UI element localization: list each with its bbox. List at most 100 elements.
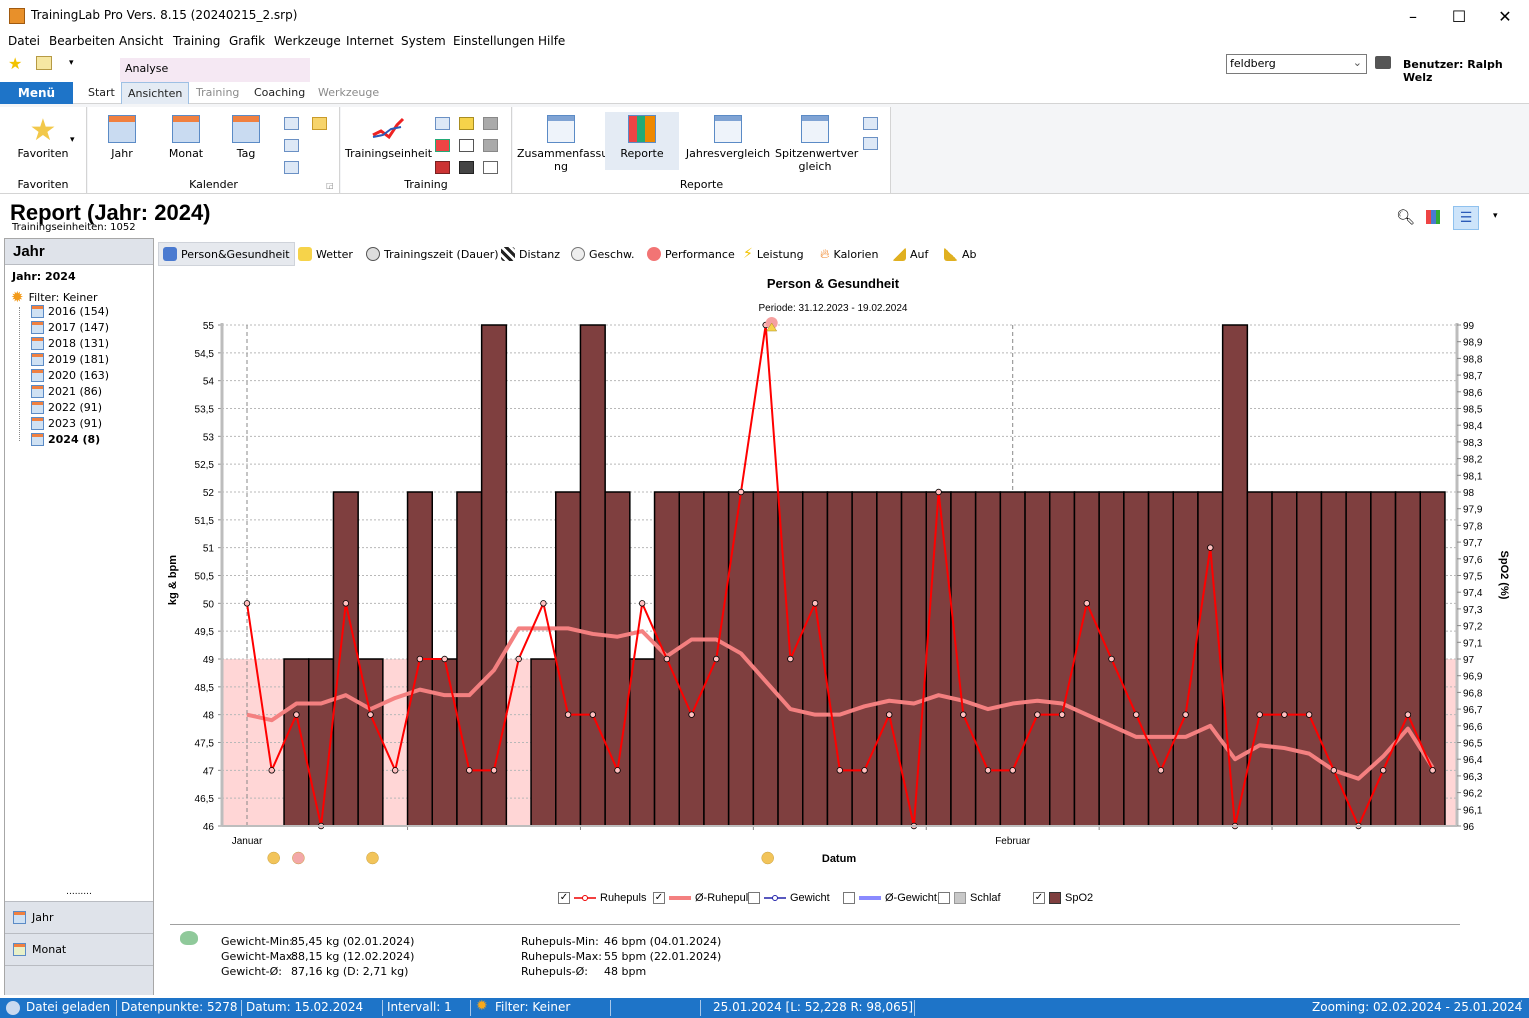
ruhepuls-point[interactable] [564, 711, 572, 718]
ruhepuls-point[interactable] [466, 767, 473, 774]
ruhepuls-point[interactable] [811, 600, 819, 607]
spo2-bar[interactable] [826, 491, 853, 827]
ruhepuls-point[interactable] [1281, 711, 1288, 718]
spo2-bar[interactable] [925, 491, 952, 827]
health-chart[interactable]: Person & Gesundheit Periode: 31.12.2023 … [156, 270, 1526, 890]
tab-coaching[interactable]: Coaching [248, 82, 311, 104]
watch-icon[interactable] [459, 161, 474, 174]
legend-ruhepuls[interactable]: ✓ Ruhepuls [558, 892, 646, 904]
ruhepuls-point[interactable] [367, 711, 374, 718]
spo2-bar[interactable] [283, 658, 310, 827]
print-calendar-icon[interactable] [284, 139, 299, 152]
zusammenfassung-button[interactable]: Zusammenfassu ng [517, 115, 608, 173]
menu-ansicht[interactable]: Ansicht [119, 34, 163, 48]
menu-system[interactable]: System [401, 34, 446, 48]
ruhepuls-point[interactable] [836, 767, 843, 774]
tab-leistung[interactable]: ⚡ Leistung [739, 242, 808, 266]
spo2-bar[interactable] [752, 491, 779, 827]
spitzenwertvergleich-button[interactable]: Spitzenwertver gleich [775, 115, 858, 173]
camera-icon[interactable] [483, 117, 498, 130]
tree-year-2017[interactable]: 2017 (147) [31, 321, 109, 334]
spo2-bar[interactable] [1024, 491, 1051, 827]
minimize-button[interactable]: – [1390, 0, 1436, 32]
bar-chart-icon[interactable] [435, 139, 450, 152]
ruhepuls-point[interactable] [1305, 711, 1313, 718]
spo2-bar[interactable] [480, 324, 508, 827]
resize-grip-icon[interactable]: ⋰ [1514, 1000, 1523, 1010]
tree-year-2016[interactable]: 2016 (154) [31, 305, 109, 318]
tab-training[interactable]: Training [190, 82, 245, 104]
menu-button[interactable]: Menü [0, 82, 73, 104]
tree-year-2024[interactable]: 2024 (8) [31, 433, 100, 446]
tree-year-2018[interactable]: 2018 (131) [31, 337, 109, 350]
legend-checkbox[interactable]: ✓ [1033, 892, 1045, 904]
spo2-bar[interactable] [530, 658, 557, 827]
tree-year-2022[interactable]: 2022 (91) [31, 401, 102, 414]
spo2-bar[interactable] [851, 491, 878, 827]
tree-year-2020[interactable]: 2020 (163) [31, 369, 109, 382]
spo2-bar[interactable] [1296, 491, 1323, 827]
ruhepuls-point[interactable] [935, 488, 942, 496]
spo2-bar[interactable] [431, 658, 458, 827]
menu-werkzeuge[interactable]: Werkzeuge [274, 34, 341, 48]
spo2-bar[interactable] [1246, 491, 1273, 827]
nav-jahr-button[interactable]: Jahr [5, 901, 153, 933]
jahresvergleich-button[interactable]: Jahresvergleich [685, 115, 771, 160]
list-view-icon[interactable] [284, 117, 299, 130]
tab-start[interactable]: Start [82, 82, 121, 104]
ruhepuls-point[interactable] [1256, 711, 1263, 718]
table-icon[interactable] [863, 117, 878, 130]
tab-werkzeuge[interactable]: Werkzeuge [312, 82, 385, 104]
tab-wetter[interactable]: Wetter [294, 242, 357, 266]
spo2-bar[interactable] [1073, 491, 1100, 827]
tab-auf[interactable]: Auf [888, 242, 932, 266]
ruhepuls-point[interactable] [984, 767, 992, 774]
legend-avg-ruhepuls[interactable]: ✓ Ø-Ruhepuls [653, 892, 754, 904]
legend-schlaf[interactable]: Schlaf [938, 892, 1001, 904]
lap-icon[interactable] [435, 117, 450, 130]
altitude-icon[interactable] [435, 161, 450, 174]
ruhepuls-point[interactable] [688, 711, 695, 718]
spo2-bar[interactable] [999, 491, 1026, 827]
ruhepuls-point[interactable] [639, 600, 646, 607]
ruhepuls-point[interactable] [1157, 767, 1165, 774]
ruhepuls-point[interactable] [1182, 711, 1189, 718]
ruhepuls-point[interactable] [1379, 767, 1387, 774]
ruhepuls-point[interactable] [713, 655, 720, 663]
search-document-icon[interactable] [36, 56, 52, 70]
spo2-bar[interactable] [1197, 491, 1224, 827]
spo2-bar[interactable] [555, 491, 582, 827]
spo2-bar[interactable] [876, 491, 903, 827]
tab-performance[interactable]: Performance [643, 242, 739, 266]
ruhepuls-point[interactable] [1404, 711, 1412, 718]
tab-trainingszeit[interactable]: Trainingszeit (Dauer) [362, 242, 503, 266]
menu-bearbeiten[interactable]: Bearbeiten [49, 34, 115, 48]
tree-year-2023[interactable]: 2023 (91) [31, 417, 102, 430]
tab-geschw[interactable]: Geschw. [567, 242, 639, 266]
tab-ab[interactable]: Ab [940, 242, 981, 266]
chart-type-icon[interactable] [1426, 210, 1440, 224]
ruhepuls-point[interactable] [886, 711, 893, 718]
ruhepuls-point[interactable] [1429, 767, 1436, 774]
ruhepuls-point[interactable] [515, 655, 522, 663]
jahr-button[interactable]: Jahr [102, 115, 142, 160]
tab-kalorien[interactable]: 🔥︎ Kalorien [816, 242, 882, 266]
ruhepuls-point[interactable] [293, 711, 300, 718]
qat-dropdown-icon[interactable]: ▾ [69, 58, 74, 68]
legend-gewicht[interactable]: Gewicht [748, 892, 830, 904]
legend-checkbox[interactable] [843, 892, 855, 904]
ruhepuls-point[interactable] [589, 711, 596, 718]
ruhepuls-point[interactable] [1034, 711, 1041, 718]
ruhepuls-point[interactable] [1133, 711, 1140, 718]
ruhepuls-point[interactable] [416, 655, 424, 663]
cyclist-icon[interactable] [459, 139, 474, 152]
report-dropdown-icon[interactable]: ▾ [1493, 211, 1498, 221]
ruhepuls-point[interactable] [1083, 600, 1090, 607]
ruler-icon[interactable] [459, 117, 474, 130]
close-button[interactable]: ✕ [1482, 0, 1528, 32]
spo2-bar[interactable] [332, 491, 359, 827]
spo2-bar[interactable] [1271, 491, 1298, 827]
ruhepuls-point[interactable] [490, 767, 498, 774]
injury-face-icon[interactable] [761, 851, 774, 865]
spo2-bar[interactable] [629, 658, 656, 827]
